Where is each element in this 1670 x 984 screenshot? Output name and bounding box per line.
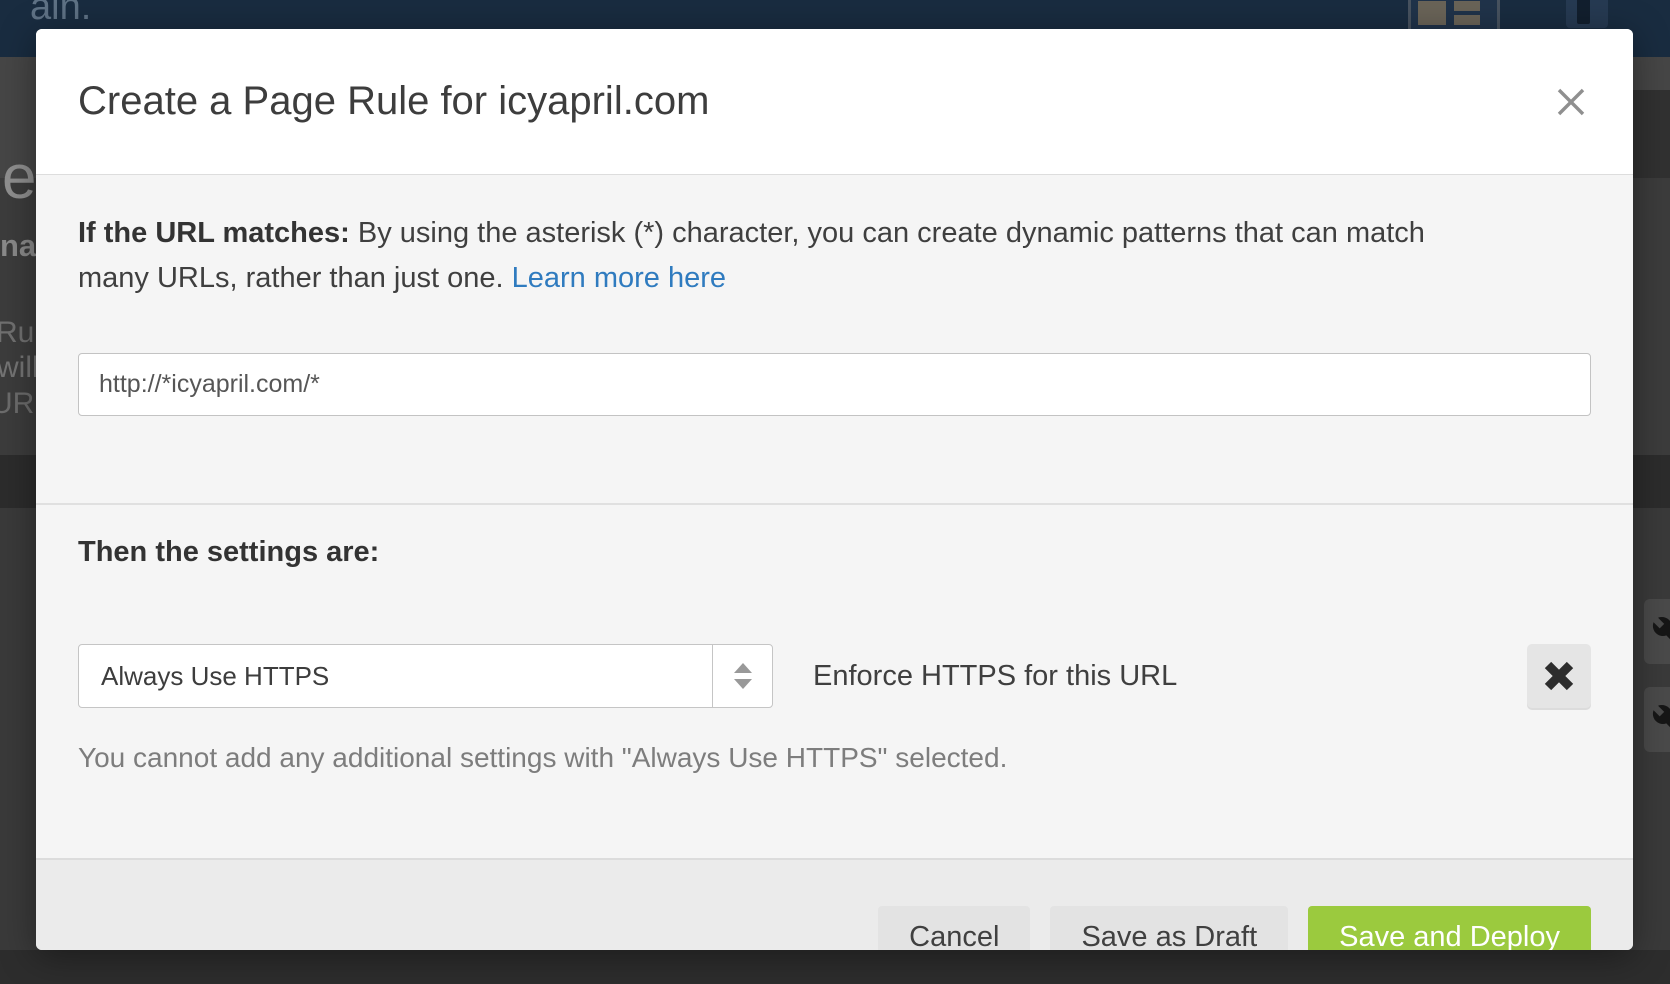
url-match-description-line1: By using the asterisk (*) character, you… — [358, 217, 1425, 249]
settings-heading: Then the settings are: — [78, 535, 1591, 569]
remove-x-icon — [1544, 661, 1574, 691]
bg-edit-setting-button — [1644, 599, 1670, 664]
bg-text-fragment: UR — [0, 387, 34, 421]
learn-more-link[interactable]: Learn more here — [512, 262, 726, 294]
bg-text-fragment: will — [0, 351, 39, 385]
setting-helper-text: You cannot add any additional settings w… — [78, 742, 1591, 774]
chevron-down-icon — [734, 679, 752, 689]
remove-setting-button[interactable] — [1527, 644, 1591, 708]
setting-description: Enforce HTTPS for this URL — [813, 660, 1177, 693]
bg-text-fragment: e — [2, 142, 36, 213]
wrench-icon — [1651, 703, 1670, 739]
bg-domain-text-fragment: ain. — [30, 0, 91, 29]
chevron-up-icon — [734, 663, 752, 673]
modal-footer: Cancel Save as Draft Save and Deploy — [36, 860, 1633, 950]
url-match-label: If the URL matches: — [78, 217, 350, 249]
bg-edit-setting-button — [1644, 687, 1670, 752]
setting-row: Always Use HTTPS Enforce HTTPS for this … — [78, 644, 1591, 708]
url-pattern-input[interactable] — [78, 353, 1591, 416]
cancel-button[interactable]: Cancel — [878, 906, 1030, 950]
close-button[interactable] — [1551, 82, 1591, 122]
toolbar-icon — [1566, 0, 1608, 28]
save-and-deploy-button[interactable]: Save and Deploy — [1308, 906, 1591, 950]
settings-section: Then the settings are: Always Use HTTPS … — [36, 505, 1633, 860]
bg-text-fragment: Ru — [0, 316, 34, 350]
modal-header: Create a Page Rule for icyapril.com — [36, 29, 1633, 175]
close-icon — [1554, 85, 1588, 119]
bg-page-band — [1633, 90, 1670, 178]
screen: ain. e nav Ru will UR Create a Page Rule… — [0, 0, 1670, 984]
wrench-icon — [1651, 615, 1670, 651]
create-page-rule-modal: Create a Page Rule for icyapril.com If t… — [36, 29, 1633, 950]
setting-select[interactable]: Always Use HTTPS — [78, 644, 773, 708]
bg-page-band — [0, 950, 1670, 984]
url-match-section: If the URL matches: By using the asteris… — [36, 175, 1633, 505]
save-as-draft-button[interactable]: Save as Draft — [1050, 906, 1288, 950]
url-match-description-line2: many URLs, rather than just one. — [78, 262, 504, 294]
url-match-paragraph: If the URL matches: By using the asteris… — [78, 211, 1591, 301]
select-stepper-icon — [712, 645, 772, 707]
setting-select-value: Always Use HTTPS — [79, 645, 712, 707]
page-title: Create a Page Rule for icyapril.com — [78, 79, 709, 124]
